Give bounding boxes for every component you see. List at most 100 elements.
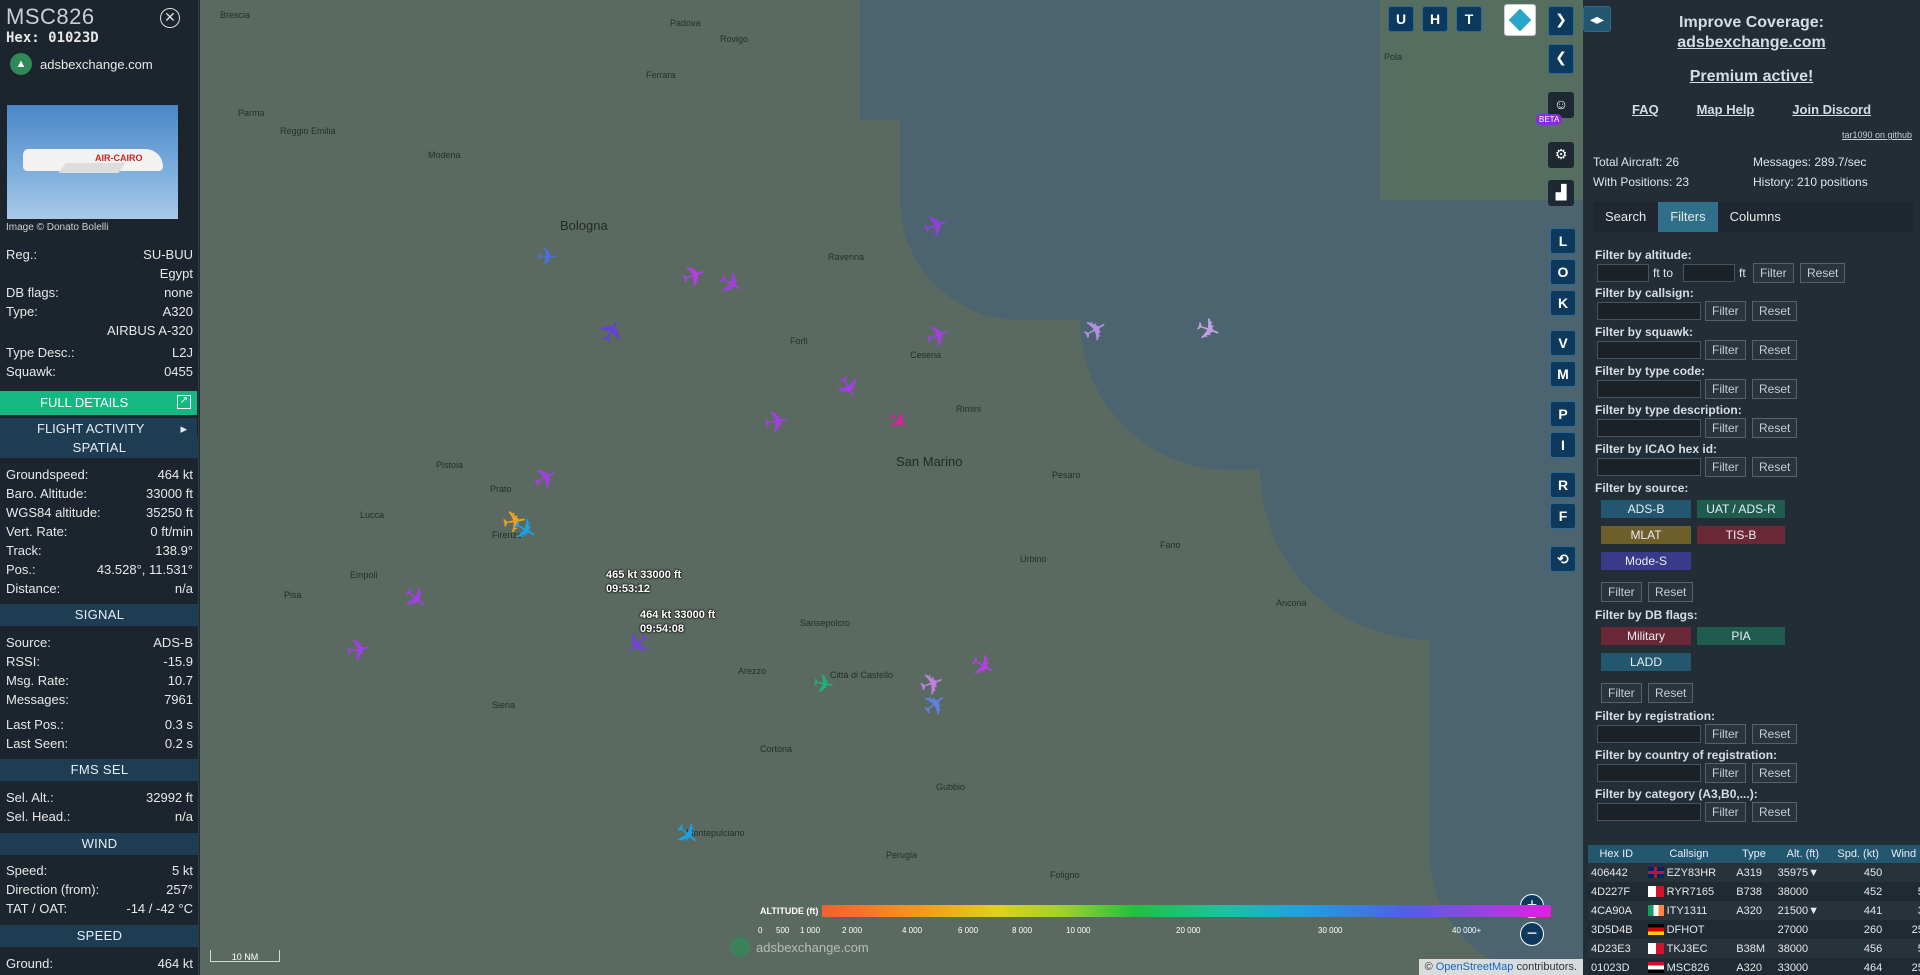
aircraft-marker[interactable]: ✈: [873, 399, 921, 447]
column-header-hex[interactable]: Hex ID: [1588, 845, 1645, 863]
dbflags-filter-button[interactable]: Filter: [1601, 683, 1642, 703]
icao-reset-button[interactable]: Reset: [1752, 457, 1798, 477]
aircraft-marker[interactable]: ✈: [524, 457, 570, 504]
callsign-input[interactable]: [1597, 302, 1701, 320]
typedesc-reset-button[interactable]: Reset: [1752, 418, 1798, 438]
registration-reset-button[interactable]: Reset: [1752, 724, 1798, 744]
source-uat-toggle[interactable]: UAT / ADS-R: [1697, 500, 1785, 518]
icao-filter-button[interactable]: Filter: [1705, 457, 1746, 477]
layers-icon[interactable]: [1504, 4, 1536, 36]
category-input[interactable]: [1597, 803, 1701, 821]
source-modes-toggle[interactable]: Mode-S: [1601, 552, 1691, 570]
faq-link[interactable]: FAQ: [1632, 102, 1659, 117]
github-link[interactable]: tar1090 on github: [1842, 130, 1912, 140]
table-row[interactable]: 406442 EZY83HR A319 35975▼ 450: [1588, 863, 1920, 882]
osm-link[interactable]: OpenStreetMap: [1436, 961, 1514, 973]
map-button-r[interactable]: R: [1550, 472, 1576, 498]
country-reset-button[interactable]: Reset: [1752, 763, 1798, 783]
country-input[interactable]: [1597, 764, 1701, 782]
aircraft-marker[interactable]: ✈: [803, 667, 842, 706]
aircraft-marker[interactable]: ✈: [822, 366, 869, 412]
altitude-reset-button[interactable]: Reset: [1800, 263, 1846, 283]
squawk-reset-button[interactable]: Reset: [1752, 340, 1798, 360]
registration-input[interactable]: [1597, 725, 1701, 743]
zoom-out-icon[interactable]: −: [1520, 922, 1544, 946]
source-reset-button[interactable]: Reset: [1648, 582, 1694, 602]
category-reset-button[interactable]: Reset: [1752, 802, 1798, 822]
table-row[interactable]: 3D5D4B DFHOT 27000 260 256: [1588, 920, 1920, 939]
replay-icon[interactable]: ⟲: [1550, 546, 1576, 572]
improve-coverage-link[interactable]: adsbexchange.com: [1583, 34, 1920, 52]
aircraft-marker[interactable]: ✈: [706, 263, 752, 310]
table-row[interactable]: 01023D MSC826 A320 33000 464 257: [1588, 958, 1920, 975]
map-button-l[interactable]: L: [1550, 228, 1576, 254]
column-header-callsign[interactable]: Callsign: [1644, 845, 1734, 863]
aircraft-photo[interactable]: AIR-CAIRO: [7, 105, 178, 219]
aircraft-marker[interactable]: ✈: [591, 310, 638, 356]
altitude-min-input[interactable]: [1597, 264, 1649, 282]
map-button-o[interactable]: O: [1550, 259, 1576, 285]
aircraft-marker[interactable]: ✈: [339, 631, 378, 672]
map-button-v[interactable]: V: [1550, 330, 1576, 356]
typecode-filter-button[interactable]: Filter: [1705, 379, 1746, 399]
altitude-max-input[interactable]: [1683, 264, 1735, 282]
map-view[interactable]: Brescia Padova Ferrara Rovigo Parma Regg…: [200, 0, 1583, 975]
source-filter-button[interactable]: Filter: [1601, 582, 1642, 602]
source-adsb-toggle[interactable]: ADS-B: [1601, 500, 1691, 518]
settings-gear-icon[interactable]: ⚙: [1548, 142, 1574, 168]
source-tisb-toggle[interactable]: TIS-B: [1697, 526, 1785, 544]
squawk-filter-button[interactable]: Filter: [1705, 340, 1746, 360]
map-button-m[interactable]: M: [1550, 361, 1576, 387]
typedesc-filter-button[interactable]: Filter: [1705, 418, 1746, 438]
map-help-link[interactable]: Map Help: [1697, 102, 1755, 117]
chevron-right-icon[interactable]: ❯: [1548, 6, 1574, 36]
altitude-filter-button[interactable]: Filter: [1753, 263, 1794, 283]
map-button-t[interactable]: T: [1456, 6, 1482, 32]
reg-value[interactable]: SU-BUU: [143, 247, 193, 262]
source-mlat-toggle[interactable]: MLAT: [1601, 526, 1691, 544]
category-filter-button[interactable]: Filter: [1705, 802, 1746, 822]
callsign-filter-button[interactable]: Filter: [1705, 301, 1746, 321]
callsign-reset-button[interactable]: Reset: [1752, 301, 1798, 321]
squawk-input[interactable]: [1597, 341, 1701, 359]
close-icon[interactable]: ✕: [160, 8, 180, 28]
chevron-left-icon[interactable]: ❮: [1548, 44, 1574, 74]
map-button-k[interactable]: K: [1550, 290, 1576, 316]
column-header-speed[interactable]: Spd. (kt): [1831, 845, 1886, 863]
map-button-i[interactable]: I: [1550, 432, 1576, 458]
dbflags-reset-button[interactable]: Reset: [1648, 683, 1694, 703]
map-button-h[interactable]: H: [1422, 6, 1448, 32]
premium-active-link[interactable]: Premium active!: [1583, 68, 1920, 86]
aircraft-marker[interactable]: ✈: [530, 242, 564, 276]
aircraft-marker[interactable]: ✈: [661, 813, 709, 861]
typedesc-input[interactable]: [1597, 419, 1701, 437]
stats-chart-icon[interactable]: ▟: [1548, 180, 1574, 206]
table-row[interactable]: 4D23E3 TKJ3EC B38M 38000 456 53: [1588, 939, 1920, 958]
map-button-u[interactable]: U: [1388, 6, 1414, 32]
column-header-wind[interactable]: Wind D: [1885, 845, 1920, 863]
tab-search[interactable]: Search: [1593, 202, 1658, 232]
aircraft-marker[interactable]: ✈: [958, 645, 1004, 692]
column-header-type[interactable]: Type: [1733, 845, 1775, 863]
table-row[interactable]: 4CA90A ITY1311 A320 21500▼ 441 37: [1588, 901, 1920, 920]
aircraft-marker[interactable]: ✈: [757, 403, 796, 444]
full-details-button[interactable]: FULL DETAILS ↗: [0, 391, 197, 415]
flight-activity-toggle[interactable]: FLIGHT ACTIVITY ▸: [0, 418, 197, 440]
country-filter-button[interactable]: Filter: [1705, 763, 1746, 783]
registration-filter-button[interactable]: Filter: [1705, 724, 1746, 744]
table-row[interactable]: 4D227F RYR7165 B738 38000 452 56: [1588, 882, 1920, 901]
map-button-p[interactable]: P: [1550, 401, 1576, 427]
typecode-input[interactable]: [1597, 380, 1701, 398]
aircraft-marker[interactable]: ✈: [389, 577, 437, 625]
typecode-reset-button[interactable]: Reset: [1752, 379, 1798, 399]
dbflag-pia-toggle[interactable]: PIA: [1697, 627, 1785, 645]
discord-link[interactable]: Join Discord: [1792, 102, 1871, 117]
source-site-link[interactable]: ▲ adsbexchange.com: [10, 53, 153, 75]
tab-filters[interactable]: Filters: [1658, 202, 1718, 232]
icao-input[interactable]: [1597, 458, 1701, 476]
column-header-altitude[interactable]: Alt. (ft): [1774, 845, 1832, 863]
dbflag-military-toggle[interactable]: Military: [1601, 627, 1691, 645]
tab-columns[interactable]: Columns: [1718, 202, 1793, 232]
dbflag-ladd-toggle[interactable]: LADD: [1601, 653, 1691, 671]
map-button-f[interactable]: F: [1550, 503, 1576, 529]
